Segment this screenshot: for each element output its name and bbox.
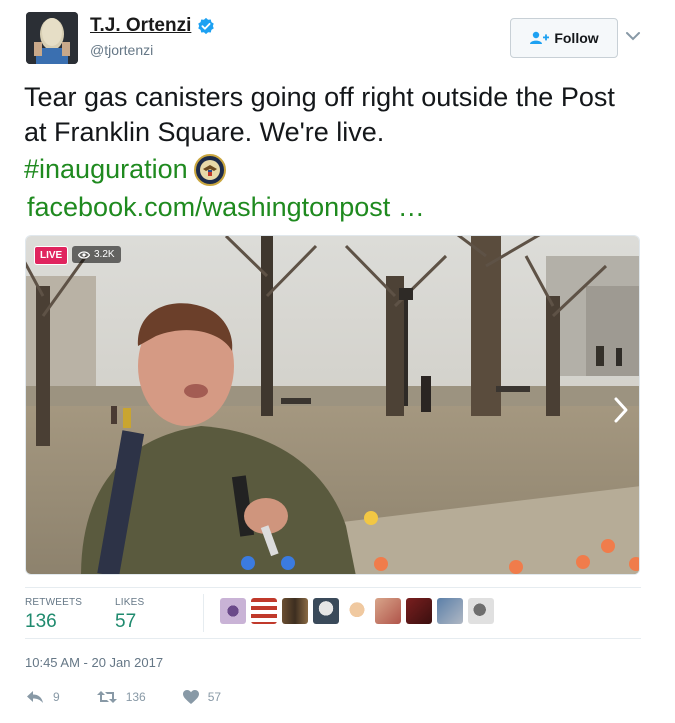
stats-divider [203, 594, 204, 632]
retweet-button[interactable]: 136 [96, 689, 146, 705]
liker-avatars [220, 598, 499, 624]
retweet-count: 136 [125, 690, 146, 704]
liker-avatar[interactable] [406, 598, 432, 624]
viewer-count-badge: 3.2K [72, 246, 121, 263]
follow-button-label: Follow [554, 30, 599, 46]
reply-icon [27, 691, 43, 703]
author-name-row: T.J. Ortenzi [90, 15, 215, 37]
verified-badge-icon [198, 17, 215, 35]
retweets-label: RETWEETS [25, 597, 83, 608]
follow-button[interactable]: Follow [510, 18, 618, 58]
liker-avatar[interactable] [375, 598, 401, 624]
hashtag-row: #inauguration [24, 152, 226, 187]
author-handle[interactable]: @tjortenzi [90, 42, 153, 58]
likes-count[interactable]: 57 [115, 611, 136, 633]
divider [25, 587, 641, 588]
likes-label: LIKES [115, 597, 145, 608]
live-video-media[interactable]: LIVE 3.2K [25, 235, 640, 575]
author-display-name[interactable]: T.J. Ortenzi [90, 15, 191, 37]
add-user-icon [530, 31, 550, 44]
liker-avatar[interactable] [220, 598, 246, 624]
liker-avatar[interactable] [282, 598, 308, 624]
author-avatar[interactable] [26, 12, 78, 64]
liker-avatar[interactable] [437, 598, 463, 624]
external-link[interactable]: facebook.com/washingtonpost … [27, 190, 425, 225]
liker-avatar[interactable] [251, 598, 277, 624]
viewer-count: 3.2K [94, 249, 115, 260]
reply-count: 9 [53, 690, 60, 704]
heart-icon [182, 690, 199, 704]
liker-avatar[interactable] [344, 598, 370, 624]
video-frame-image [26, 236, 639, 574]
tweet-timestamp[interactable]: 10:45 AM - 20 Jan 2017 [25, 655, 163, 670]
chevron-down-icon[interactable] [625, 30, 641, 42]
liker-avatar[interactable] [313, 598, 339, 624]
retweet-icon [96, 691, 117, 703]
presidential-seal-icon [193, 153, 226, 186]
like-button[interactable]: 57 [182, 689, 221, 705]
chevron-right-icon[interactable] [611, 396, 631, 424]
tweet-actions: 9 136 57 [25, 689, 257, 705]
tweet-text: Tear gas canisters going off right outsi… [24, 82, 615, 147]
retweets-count[interactable]: 136 [25, 611, 57, 633]
reply-button[interactable]: 9 [25, 689, 60, 705]
hashtag-link[interactable]: #inauguration [24, 152, 188, 187]
liker-avatar[interactable] [468, 598, 494, 624]
like-count: 57 [207, 690, 222, 704]
live-badge: LIVE [34, 246, 69, 265]
divider [25, 638, 641, 639]
eye-icon [78, 250, 90, 259]
